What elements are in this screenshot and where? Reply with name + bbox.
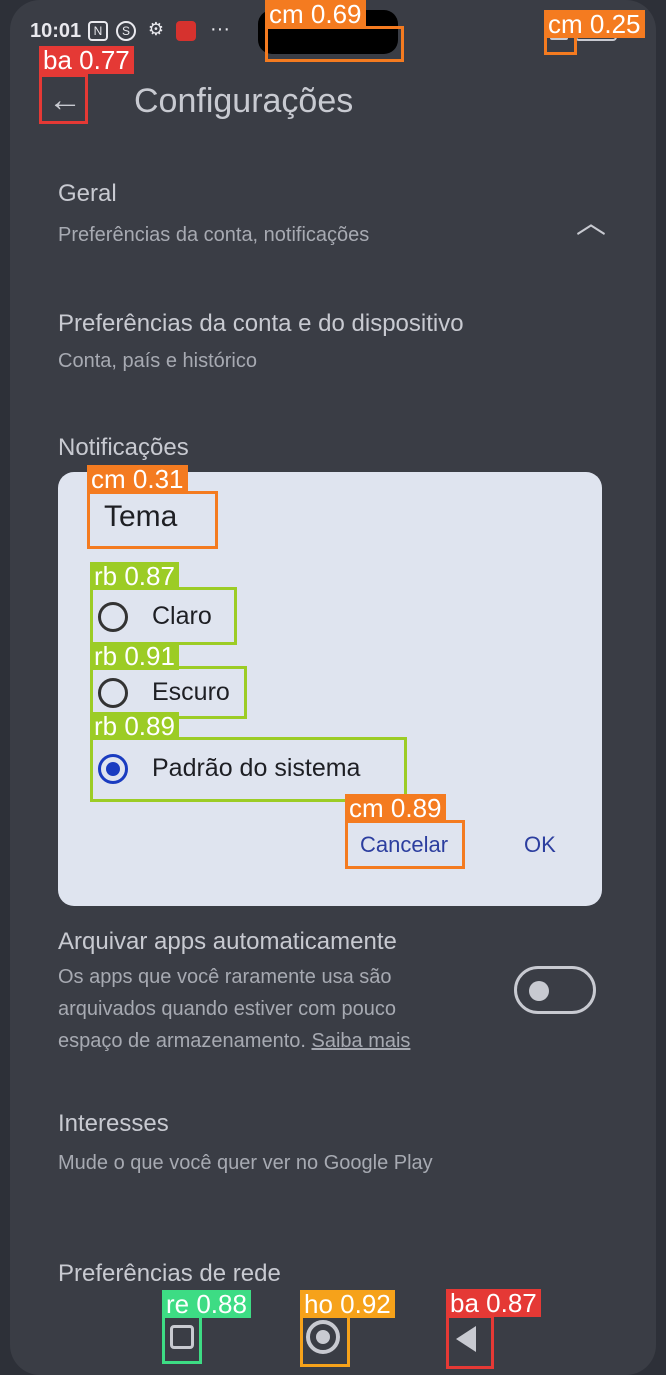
ok-button[interactable]: OK	[524, 832, 556, 858]
section-geral-subtitle: Preferências da conta, notificações	[58, 224, 370, 246]
status-time: 10:01	[30, 20, 82, 42]
annotation-box	[39, 74, 88, 124]
annotation-box	[90, 587, 237, 645]
archive-toggle[interactable]	[514, 966, 596, 1014]
annotation-box	[265, 26, 404, 62]
annotation-box	[446, 1315, 494, 1369]
nfc-icon: N	[88, 21, 108, 41]
app-notification-icon	[176, 21, 196, 41]
section-arquivar-title[interactable]: Arquivar apps automaticamente	[58, 928, 397, 956]
section-arquivar-line3-text: espaço de armazenamento.	[58, 1030, 306, 1052]
annotation-label: cm 0.89	[345, 794, 446, 822]
toggle-knob	[529, 981, 549, 1001]
annotation-label: cm 0.69	[265, 0, 366, 28]
annotation-box	[345, 820, 465, 869]
section-interesses-subtitle: Mude o que você quer ver no Google Play	[58, 1152, 433, 1174]
annotation-label: ba 0.87	[446, 1289, 541, 1317]
section-arquivar-line1: Os apps que você raramente usa são	[58, 966, 392, 988]
annotation-box	[162, 1315, 202, 1364]
annotation-label: re 0.88	[162, 1290, 251, 1318]
learn-more-link[interactable]: Saiba mais	[312, 1030, 411, 1052]
section-arquivar-line2: arquivados quando estiver com pouco	[58, 998, 396, 1020]
annotation-label: rb 0.89	[90, 712, 179, 740]
annotation-label: cm 0.25	[544, 10, 645, 38]
section-arquivar-line3: espaço de armazenamento. Saiba mais	[58, 1030, 410, 1053]
section-geral-title[interactable]: Geral	[58, 180, 117, 208]
section-notificacoes-title[interactable]: Notificações	[58, 434, 189, 462]
annotation-box	[300, 1315, 350, 1367]
annotation-label: ho 0.92	[300, 1290, 395, 1318]
section-prefs-title[interactable]: Preferências da conta e do dispositivo	[58, 310, 464, 338]
section-prefs-subtitle: Conta, país e histórico	[58, 350, 257, 372]
annotation-label: ba 0.77	[39, 46, 134, 74]
section-interesses-title[interactable]: Interesses	[58, 1110, 169, 1138]
sim-icon: S	[116, 21, 136, 41]
annotation-label: rb 0.91	[90, 642, 179, 670]
annotation-box	[87, 491, 218, 549]
annotation-label: cm 0.31	[87, 465, 188, 493]
more-icon: ···	[210, 18, 230, 40]
annotation-label: rb 0.87	[90, 562, 179, 590]
chevron-up-icon[interactable]: ︿	[576, 198, 606, 242]
page-title: Configurações	[134, 82, 354, 120]
section-rede-title[interactable]: Preferências de rede	[58, 1260, 281, 1288]
gear-icon: ⚙	[147, 19, 165, 39]
